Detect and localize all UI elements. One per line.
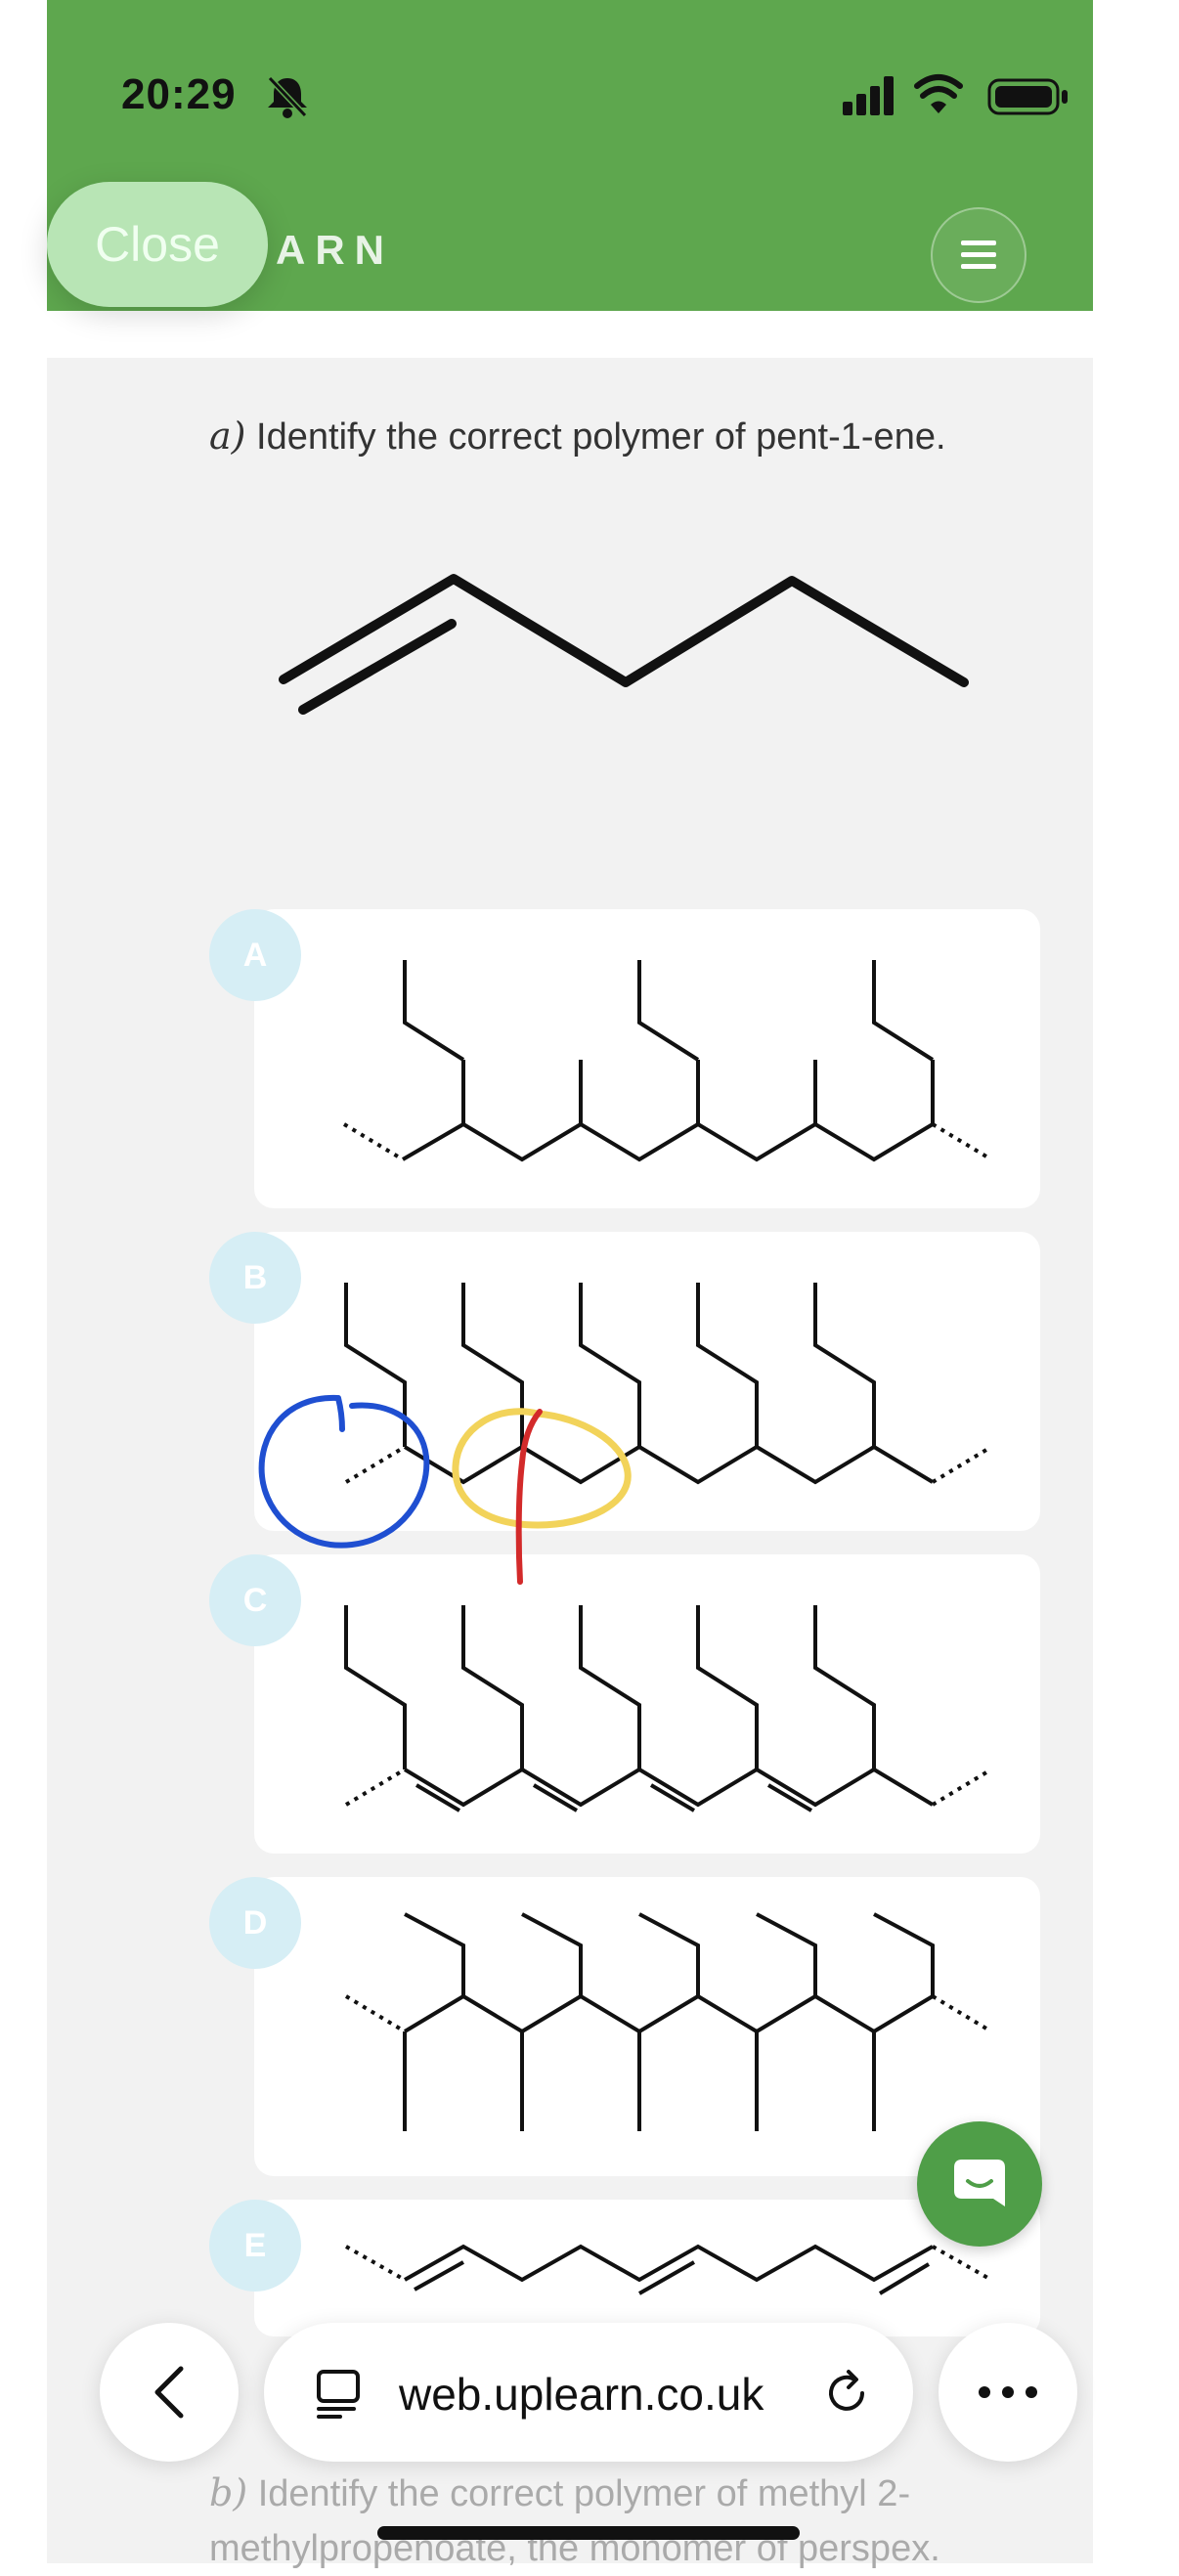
question-text: Identify the correct polymer of pent-1-e… <box>256 416 946 458</box>
close-button[interactable]: Close <box>47 182 268 307</box>
home-indicator <box>377 2526 800 2540</box>
blue-circle-annotation <box>258 1394 430 1549</box>
question-b-text: Identify the correct polymer of methyl 2… <box>209 2473 940 2569</box>
browser-url-bar[interactable]: web.uplearn.co.uk <box>264 2323 913 2462</box>
status-time: 20:29 <box>121 70 237 118</box>
more-icon <box>979 2386 1037 2398</box>
red-line-annotation <box>515 1409 543 1585</box>
option-badge-b[interactable]: B <box>209 1232 301 1324</box>
back-chevron-icon <box>154 2366 184 2419</box>
menu-button[interactable] <box>931 207 1026 303</box>
menu-icon <box>961 240 996 269</box>
question-letter: a) <box>209 415 246 458</box>
option-d-structure <box>344 1912 993 2131</box>
option-c-structure <box>344 1605 993 1812</box>
question-a: a) Identify the correct polymer of pent-… <box>209 415 946 458</box>
option-a-structure <box>342 960 993 1162</box>
yellow-loop-annotation <box>452 1408 632 1529</box>
pent-1-ene-structure <box>279 574 969 715</box>
battery-icon <box>987 78 1068 115</box>
option-badge-e[interactable]: E <box>209 2200 301 2292</box>
bell-slash-icon <box>262 72 313 124</box>
chat-button[interactable] <box>917 2121 1042 2247</box>
option-badge-a[interactable]: A <box>209 909 301 1001</box>
reload-icon[interactable] <box>819 2366 874 2421</box>
option-badge-d[interactable]: D <box>209 1877 301 1969</box>
handwritten-annotations <box>258 1394 632 1585</box>
option-e-structure <box>345 2244 992 2295</box>
chat-icon <box>954 2160 1005 2206</box>
tabs-icon[interactable] <box>311 2366 366 2421</box>
signal-icon <box>843 76 894 115</box>
url-text[interactable]: web.uplearn.co.uk <box>399 2368 764 2421</box>
wifi-icon <box>914 74 963 113</box>
brand-logo-text: ARN <box>276 227 394 273</box>
status-icons <box>841 72 1075 124</box>
question-b: b) Identify the correct polymer of methy… <box>209 2466 1050 2576</box>
question-b-letter: b) <box>209 2471 248 2514</box>
browser-more-button[interactable] <box>939 2323 1077 2462</box>
browser-back-button[interactable] <box>100 2323 239 2462</box>
